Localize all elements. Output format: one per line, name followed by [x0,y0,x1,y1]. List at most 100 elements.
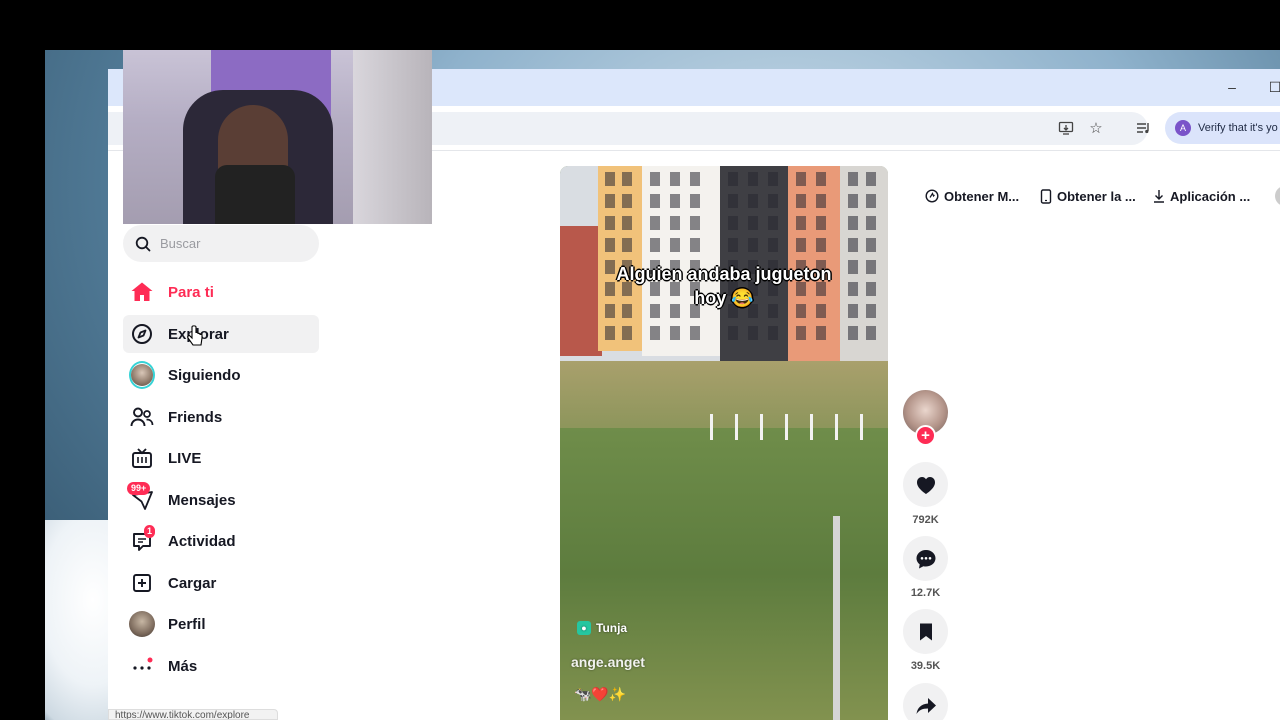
messages-icon: 99+ [127,482,155,513]
sidebar-item-label: Friends [168,408,223,426]
like-button[interactable] [903,462,948,507]
building-window [690,326,700,340]
building-window [622,194,632,208]
share-arrow-icon [916,697,936,714]
comment-count: 12.7K [910,587,941,599]
bookmark-star-icon[interactable]: ☆ [1086,118,1106,138]
search-input[interactable] [160,236,310,251]
upload-icon [129,570,155,596]
building-window [670,172,680,186]
building-window [605,216,615,230]
follow-button[interactable]: + [915,425,936,446]
building-window [622,238,632,252]
sidebar-item-friends[interactable]: Friends [123,398,319,436]
building-window [848,216,858,230]
video-fence-post [835,414,838,440]
building-window [796,216,806,230]
status-bar-url: https://www.tiktok.com/explore [108,709,278,720]
sidebar-item-cargar[interactable]: Cargar [123,564,319,602]
building-window [796,238,806,252]
top-link-label: Aplicación ... [1170,188,1251,204]
activity-badge: 1 [144,525,156,538]
save-count: 39.5K [910,660,941,672]
phone-icon [1040,188,1052,204]
building-window [796,172,806,186]
video-field [560,361,888,431]
building-window [796,326,806,340]
building-window [816,238,826,252]
building-window [866,172,876,186]
building-window [622,172,632,186]
media-queue-icon[interactable] [1133,118,1153,138]
top-link-2[interactable]: Obtener la ... [1040,186,1136,206]
home-icon [129,279,155,305]
building-window [670,238,680,252]
building-window [605,194,615,208]
sidebar-item-label: Siguiendo [168,366,241,384]
building-window [768,238,778,252]
sidebar-item-live[interactable]: LIVE [123,439,319,477]
sidebar-item-label: Para ti [168,283,214,301]
building-window [650,326,660,340]
building-window [650,194,660,208]
building-window [605,238,615,252]
sidebar-item-label: Más [168,657,198,675]
sidebar-item-label: LIVE [168,449,202,467]
account-avatar: A [1175,120,1191,136]
building-window [748,238,758,252]
building-window [728,238,738,252]
top-link-1[interactable]: Obtener M... [925,186,1019,206]
video-fence-post [810,414,813,440]
video-location[interactable]: ● Tunja [577,621,627,635]
messages-badge: 99+ [127,482,151,495]
sidebar-item-actividad[interactable]: 1 Actividad [123,522,319,560]
verify-identity-pill[interactable]: A Verify that it's yo [1165,112,1280,144]
video-emoji-line: 🐄❤️✨ [574,686,627,702]
activity-icon: 1 [129,525,156,554]
sidebar-item-siguiendo[interactable]: Siguiendo [123,356,319,394]
verify-text: Verify that it's yo [1198,122,1278,134]
more-icon [129,653,155,679]
video-player[interactable]: Alguien andaba jugueton hoy 😂 ● Tunja an… [560,166,888,720]
sidebar-item-perfil[interactable]: Perfil [123,605,319,643]
top-link-3[interactable]: Aplicación ... [1153,186,1250,206]
building-window [748,216,758,230]
sidebar-item-label: Actividad [168,532,236,550]
video-caption: Alguien andaba jugueton hoy 😂 [616,264,832,308]
webcam-overlay [123,50,432,224]
heart-icon [916,476,935,494]
building-window [605,326,615,340]
video-username[interactable]: ange.anget [571,654,645,670]
building-window [866,216,876,230]
building-window [816,216,826,230]
minimize-icon[interactable]: – [1220,77,1244,97]
sidebar-item-mas[interactable]: Más [123,647,319,685]
sidebar-item-para-ti[interactable]: Para ti [123,273,319,311]
comment-button[interactable] [903,536,948,581]
building-window [690,216,700,230]
building-window [866,194,876,208]
like-count: 792K [912,514,939,526]
building-window [816,172,826,186]
sidebar-item-mensajes[interactable]: 99+ Mensajes [123,481,319,519]
install-app-icon[interactable] [1056,118,1076,138]
building-window [768,172,778,186]
building-window [848,326,858,340]
top-link-label: Obtener la ... [1057,188,1136,204]
building-window [866,238,876,252]
compass-icon [129,321,155,347]
maximize-icon[interactable]: ☐ [1263,77,1280,97]
building-window [650,238,660,252]
following-avatar [129,361,155,389]
video-fence-post [860,414,863,440]
video-light-pole [833,516,840,720]
sidebar-item-explorar[interactable]: Explorar [123,315,319,353]
building-window [650,216,660,230]
building-window [728,172,738,186]
save-button[interactable] [903,609,948,654]
location-pin-icon: ● [577,621,591,635]
search-box[interactable] [123,225,319,262]
webcam-wall [353,50,432,224]
share-button[interactable] [903,683,948,720]
building-window [796,194,806,208]
